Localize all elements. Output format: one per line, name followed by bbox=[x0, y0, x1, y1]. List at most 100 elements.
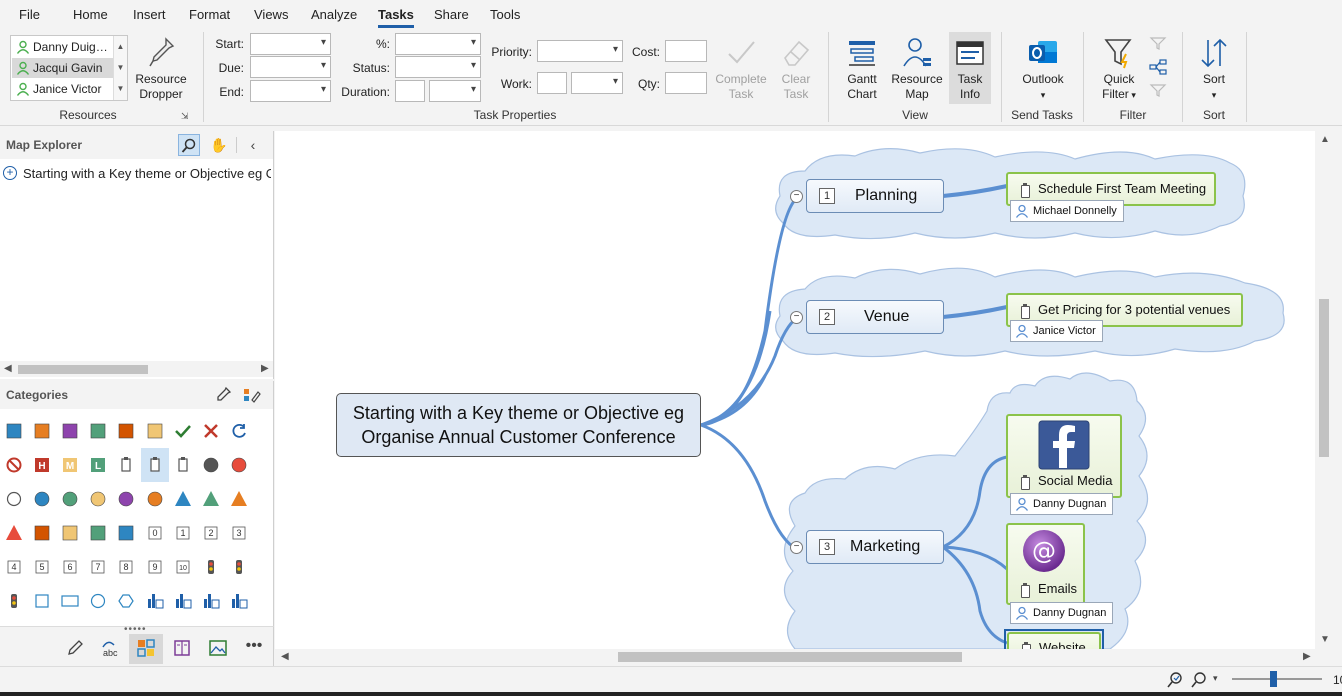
resource-item[interactable]: Danny Duig… bbox=[12, 37, 115, 57]
percent-field[interactable] bbox=[395, 33, 481, 55]
category-marker-icon[interactable] bbox=[61, 595, 79, 607]
scroll-left-icon[interactable]: ◀ bbox=[4, 363, 12, 374]
menu-share[interactable]: Share bbox=[434, 7, 469, 22]
dialog-launcher-icon[interactable]: ⇲ bbox=[181, 111, 189, 122]
menu-views[interactable]: Views bbox=[254, 7, 288, 22]
collapse-icon[interactable]: − bbox=[790, 541, 803, 554]
assignee-tag[interactable]: Michael Donnelly bbox=[1010, 200, 1124, 222]
category-marker-icon[interactable]: 4 bbox=[7, 560, 21, 574]
cost-field[interactable] bbox=[665, 40, 707, 62]
category-marker-icon[interactable] bbox=[6, 457, 22, 473]
category-marker-icon[interactable]: 9 bbox=[148, 560, 162, 574]
topic-marketing[interactable]: 3 Marketing bbox=[806, 530, 944, 564]
duration-field[interactable] bbox=[395, 80, 425, 102]
work-unit-field[interactable] bbox=[571, 72, 623, 94]
menu-tools[interactable]: Tools bbox=[490, 7, 520, 22]
category-marker-icon[interactable] bbox=[208, 560, 214, 574]
assignee-tag[interactable]: Danny Dugnan bbox=[1010, 602, 1114, 624]
category-marker-icon[interactable] bbox=[178, 457, 188, 472]
zoom-slider-thumb[interactable] bbox=[1270, 671, 1277, 687]
category-marker-icon[interactable] bbox=[232, 423, 246, 438]
resource-dropper-button[interactable]: Resource Dropper bbox=[134, 36, 188, 102]
category-marker-icon[interactable] bbox=[35, 594, 49, 608]
category-marker-icon[interactable]: H bbox=[35, 458, 49, 472]
more-options-icon[interactable]: ••• bbox=[237, 634, 271, 664]
map-explorer-root-item[interactable]: + Starting with a Key theme or Objective… bbox=[3, 165, 271, 183]
menu-file[interactable]: File bbox=[19, 7, 40, 22]
assignee-tag[interactable]: Danny Dugnan bbox=[1010, 493, 1114, 515]
category-marker-icon[interactable] bbox=[34, 491, 50, 507]
task-social-media[interactable]: Social Media bbox=[1006, 414, 1122, 498]
category-marker-icon[interactable] bbox=[204, 594, 220, 609]
gantt-chart-button[interactable]: Gantt Chart bbox=[838, 36, 886, 102]
canvas-horizontal-scrollbar[interactable]: ◀ ▶ bbox=[275, 649, 1316, 665]
category-marker-icon[interactable]: 7 bbox=[91, 560, 105, 574]
category-marker-icon[interactable]: 8 bbox=[119, 560, 133, 574]
category-marker-icon[interactable]: 0 bbox=[148, 526, 162, 540]
start-date-field[interactable] bbox=[250, 33, 331, 55]
category-marker-icon[interactable] bbox=[6, 491, 22, 507]
category-marker-icon[interactable] bbox=[232, 594, 248, 609]
category-marker-icon[interactable] bbox=[231, 457, 247, 473]
category-marker-icon[interactable] bbox=[147, 491, 163, 507]
scroll-up-icon[interactable]: ▲ bbox=[1320, 134, 1330, 145]
task-emails[interactable]: @ Emails bbox=[1006, 523, 1085, 605]
category-marker-icon[interactable] bbox=[90, 593, 106, 609]
outlook-button[interactable]: Outlook ▾ bbox=[1016, 36, 1070, 103]
duration-unit-field[interactable] bbox=[429, 80, 481, 102]
resource-item[interactable]: Janice Victor bbox=[12, 79, 115, 99]
scroll-up-icon[interactable]: ▲ bbox=[114, 36, 127, 57]
expand-icon[interactable]: ▼ bbox=[114, 78, 127, 99]
category-marker-icon[interactable] bbox=[6, 525, 22, 540]
zoom-dropdown-icon[interactable]: ▾ bbox=[1213, 673, 1218, 684]
end-date-field[interactable] bbox=[250, 80, 331, 102]
priority-field[interactable] bbox=[537, 40, 623, 62]
category-marker-icon[interactable] bbox=[62, 423, 78, 439]
category-marker-icon[interactable]: 2 bbox=[204, 526, 218, 540]
fit-map-icon[interactable] bbox=[1166, 671, 1184, 689]
menu-analyze[interactable]: Analyze bbox=[311, 7, 357, 22]
resource-item-selected[interactable]: Jacqui Gavin bbox=[12, 58, 115, 78]
scroll-thumb[interactable] bbox=[1319, 299, 1329, 457]
library-book-icon[interactable] bbox=[165, 634, 199, 664]
pencil-icon[interactable] bbox=[58, 634, 92, 664]
expand-icon[interactable]: + bbox=[3, 166, 17, 180]
resource-map-button[interactable]: Resource Map bbox=[889, 36, 945, 102]
category-marker-icon[interactable] bbox=[118, 491, 134, 507]
topic-planning[interactable]: 1 Planning bbox=[806, 179, 944, 213]
work-field[interactable] bbox=[537, 72, 567, 94]
due-date-field[interactable] bbox=[250, 56, 331, 78]
menu-insert[interactable]: Insert bbox=[133, 7, 166, 22]
scroll-right-icon[interactable]: ▶ bbox=[1303, 651, 1311, 662]
scroll-down-icon[interactable]: ▼ bbox=[114, 57, 127, 78]
scroll-thumb[interactable] bbox=[618, 652, 962, 662]
category-marker-icon[interactable]: L bbox=[91, 458, 105, 472]
assignee-tag[interactable]: Janice Victor bbox=[1010, 320, 1103, 342]
scroll-thumb[interactable] bbox=[18, 365, 148, 374]
scroll-down-icon[interactable]: ▼ bbox=[1320, 634, 1330, 645]
category-marker-icon[interactable] bbox=[90, 423, 106, 439]
categories-view-icon[interactable] bbox=[129, 634, 163, 664]
menu-tasks[interactable]: Tasks bbox=[378, 7, 414, 28]
category-marker-icon[interactable] bbox=[147, 423, 163, 439]
zoom-icon[interactable] bbox=[1190, 671, 1208, 689]
category-marker-icon[interactable] bbox=[62, 491, 78, 507]
dropper-icon[interactable] bbox=[212, 384, 234, 406]
category-marker-icon[interactable]: M bbox=[63, 458, 77, 472]
edit-categories-icon[interactable] bbox=[241, 384, 263, 406]
category-marker-icon[interactable] bbox=[176, 594, 192, 609]
category-marker-icon[interactable] bbox=[90, 491, 106, 507]
category-marker-icon[interactable] bbox=[118, 525, 134, 541]
category-marker-icon[interactable]: 1 bbox=[176, 526, 190, 540]
category-marker-icon[interactable]: 3 bbox=[232, 526, 246, 540]
collapse-icon[interactable]: − bbox=[790, 311, 803, 324]
menu-home[interactable]: Home bbox=[73, 7, 108, 22]
category-marker-icon[interactable] bbox=[34, 525, 50, 541]
category-marker-icon[interactable] bbox=[62, 525, 78, 541]
category-marker-icon[interactable] bbox=[118, 423, 134, 439]
search-icon[interactable] bbox=[178, 134, 200, 156]
mind-map-canvas[interactable]: Starting with a Key theme or Objective e… bbox=[275, 131, 1315, 649]
category-marker-icon[interactable] bbox=[231, 491, 247, 506]
category-marker-icon[interactable]: 6 bbox=[63, 560, 77, 574]
category-marker-icon[interactable] bbox=[90, 525, 106, 541]
